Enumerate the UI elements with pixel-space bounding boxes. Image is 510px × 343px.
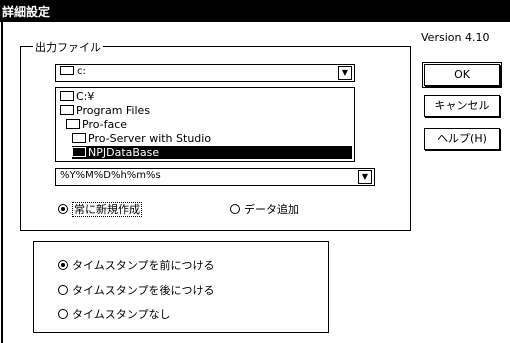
radio-timestamp-after-label: タイムスタンプを後につける <box>72 284 215 297</box>
folder-open-icon <box>72 147 86 157</box>
radio-timestamp-before[interactable]: タイムスタンプを前につける <box>58 257 214 273</box>
version-label: Version 4.10 <box>421 31 490 44</box>
drive-icon <box>60 65 74 75</box>
radio-timestamp-before-label: タイムスタンプを前につける <box>72 259 215 272</box>
folder-item-pro-face[interactable]: Pro-face <box>66 118 127 131</box>
radio-append-data-label: データ追加 <box>244 203 299 216</box>
ok-button[interactable]: OK <box>422 62 502 88</box>
filename-input[interactable]: %Y%M%D%h%m%s ▼ <box>55 168 375 186</box>
folder-list[interactable]: C:¥ Program Files Pro-face Pro-Server wi… <box>55 87 355 162</box>
chevron-down-icon[interactable]: ▼ <box>338 66 352 80</box>
folder-open-icon <box>60 91 74 101</box>
radio-append-data[interactable]: データ追加 <box>230 201 299 217</box>
folder-item-root[interactable]: C:¥ <box>60 90 94 103</box>
radio-selected-icon <box>58 204 68 214</box>
filename-value: %Y%M%D%h%m%s <box>60 170 161 181</box>
folder-item-pro-server[interactable]: Pro-Server with Studio <box>72 132 211 145</box>
radio-timestamp-after[interactable]: タイムスタンプを後につける <box>58 282 214 298</box>
radio-unselected-icon <box>58 285 68 295</box>
folder-open-icon <box>60 105 74 115</box>
radio-always-new[interactable]: 常に新規作成 <box>58 201 142 217</box>
help-button[interactable]: ヘルプ(H) <box>424 128 500 150</box>
folder-label: C:¥ <box>76 90 95 103</box>
drive-select[interactable]: c: ▼ <box>55 64 355 82</box>
drive-value: c: <box>77 66 86 77</box>
output-file-group-title: 出力ファイル <box>33 39 103 55</box>
folder-item-npjdatabase[interactable]: NPJDataBase <box>72 146 352 159</box>
settings-dialog: 詳細設定 Version 4.10 出力ファイル c: ▼ C:¥ Progra… <box>0 0 510 343</box>
window-left-border <box>1 22 3 343</box>
cancel-button[interactable]: キャンセル <box>424 95 500 117</box>
folder-open-icon <box>72 133 86 143</box>
folder-label: Program Files <box>76 104 151 117</box>
folder-label: Pro-Server with Studio <box>88 132 212 145</box>
folder-item-program-files[interactable]: Program Files <box>60 104 150 117</box>
folder-label: Pro-face <box>82 118 128 131</box>
radio-timestamp-none-label: タイムスタンプなし <box>72 308 171 321</box>
radio-unselected-icon <box>58 309 68 319</box>
radio-always-new-label: 常に新規作成 <box>72 202 142 217</box>
radio-selected-icon <box>58 260 68 270</box>
dialog-title: 詳細設定 <box>2 5 51 19</box>
drive-value-wrap: c: <box>60 65 86 77</box>
folder-label: NPJDataBase <box>88 146 160 159</box>
folder-open-icon <box>66 119 80 129</box>
chevron-down-icon[interactable]: ▼ <box>358 170 372 184</box>
title-bar[interactable]: 詳細設定 <box>0 0 510 22</box>
radio-timestamp-none[interactable]: タイムスタンプなし <box>58 306 170 322</box>
radio-unselected-icon <box>230 204 240 214</box>
